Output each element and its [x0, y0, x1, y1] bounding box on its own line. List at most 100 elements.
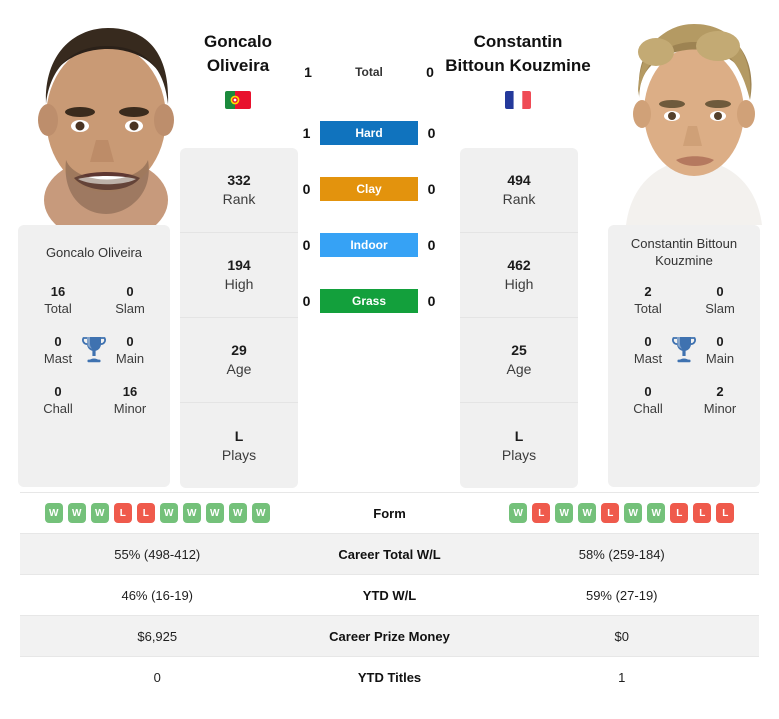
stat-high-left: 194 High	[180, 233, 298, 318]
ytd-wl-left-cell: 46% (16-19)	[20, 588, 295, 603]
ytd-wl-right-cell: 59% (27-19)	[485, 588, 760, 603]
player-card-left: Goncalo Oliveira 16 Total 0 Slam 0 Mast	[18, 225, 170, 487]
stat-age-left-label: Age	[226, 361, 252, 377]
titles-mast-right: 0 Mast	[622, 333, 674, 367]
h2h-total-left-score: 1	[304, 64, 312, 80]
player-name-left-line1: Goncalo	[203, 32, 272, 51]
stat-high-left-value: 194	[227, 257, 251, 273]
form-badge-win: W	[647, 503, 666, 523]
player-name-right-line1: Constantin	[473, 32, 563, 51]
form-badge-win: W	[624, 503, 643, 523]
table-row-ytd-titles: 0 YTD Titles 1	[20, 656, 759, 697]
career-total-wl-left-value: 55% (498-412)	[114, 546, 201, 562]
titles-total-left-value: 16	[50, 284, 66, 299]
form-badge-win: W	[159, 503, 178, 523]
titles-main-left-label: Main	[115, 351, 145, 366]
stat-plays-right-value: L	[514, 427, 524, 444]
stat-age-right-value: 25	[511, 342, 527, 358]
table-label-ytd-wl-text: YTD W/L	[362, 587, 417, 603]
form-right-cell: WLWWLWWLLL	[485, 503, 760, 523]
stat-column-right: 494 Rank 462 High 25 Age L Plays	[460, 148, 578, 488]
stat-high-right: 462 High	[460, 233, 578, 318]
titles-row-chall-minor-right: 0 Chall 2 Minor	[614, 383, 754, 417]
h2h-total-right-score: 0	[426, 64, 434, 80]
form-strip-right: WLWWLWWLLL	[509, 503, 735, 523]
career-total-wl-left-cell: 55% (498-412)	[20, 547, 295, 562]
player-card-right: Constantin Bittoun Kouzmine 2 Total 0 Sl…	[608, 225, 760, 487]
ytd-wl-left-value: 46% (16-19)	[121, 587, 194, 603]
player-right-titles: 2 Total 0 Slam 0 Mast 0 Main 0 Chall 2 M…	[614, 283, 754, 417]
titles-slam-left: 0 Slam	[104, 283, 156, 317]
table-row-career-total-wl: 55% (498-412) Career Total W/L 58% (259-…	[20, 533, 759, 574]
table-label-ytd-titles-text: YTD Titles	[357, 669, 422, 685]
ytd-titles-left-value: 0	[153, 669, 161, 685]
titles-mast-left: 0 Mast	[32, 333, 84, 367]
table-label-ytd-titles: YTD Titles	[295, 670, 485, 685]
titles-row-total-slam-left: 16 Total 0 Slam	[24, 283, 164, 317]
titles-mast-right-value: 0	[644, 334, 652, 349]
h2h-surface-row-grass: 0 Grass 0	[300, 289, 438, 313]
player-right-portrait	[608, 0, 778, 225]
h2h-hard-bar: Hard	[320, 121, 418, 145]
career-prize-money-right-cell: $0	[485, 629, 760, 644]
form-badge-loss: L	[136, 503, 155, 523]
h2h-indoor-bar: Indoor	[320, 233, 418, 257]
titles-minor-right-value: 2	[716, 384, 724, 399]
stat-rank-left-label: Rank	[222, 191, 256, 207]
form-badge-win: W	[228, 503, 247, 523]
titles-main-right-value: 0	[716, 334, 724, 349]
titles-minor-right-label: Minor	[703, 401, 737, 416]
form-badge-win: W	[578, 503, 597, 523]
career-prize-money-left-value: $6,925	[137, 628, 178, 644]
player-left-titles: 16 Total 0 Slam 0 Mast 0 Main 0 Chall 16…	[24, 283, 164, 417]
h2h-surface-row-clay: 0 Clay 0	[300, 177, 438, 201]
h2h-grass-left-score: 0	[302, 293, 311, 309]
titles-mast-right-label: Mast	[633, 351, 663, 366]
stat-plays-left-label: Plays	[221, 446, 257, 463]
table-label-career-prize-money-text: Career Prize Money	[329, 628, 450, 644]
form-badge-win: W	[90, 503, 109, 523]
trophy-icon	[672, 337, 696, 363]
h2h-total-row: 1 Total 0	[300, 64, 438, 80]
stat-rank-right-label: Rank	[502, 191, 536, 207]
h2h-surface-row-hard: 1 Hard 0	[300, 121, 438, 145]
form-badge-win: W	[251, 503, 270, 523]
h2h-surface-row-indoor: 0 Indoor 0	[300, 233, 438, 257]
table-label-career-prize-money: Career Prize Money	[295, 629, 485, 644]
table-row-career-prize-money: $6,925 Career Prize Money $0	[20, 615, 759, 656]
career-prize-money-left-cell: $6,925	[20, 629, 295, 644]
titles-total-left: 16 Total	[32, 283, 84, 317]
titles-total-left-label: Total	[44, 301, 72, 316]
player-name-right: Constantin Bittoun Kouzmine	[428, 30, 608, 78]
titles-row-chall-minor-left: 0 Chall 16 Minor	[24, 383, 164, 417]
player-card-left-name: Goncalo Oliveira	[45, 244, 143, 260]
titles-main-right-label: Main	[705, 351, 735, 366]
titles-slam-right-value: 0	[716, 284, 724, 299]
form-badge-win: W	[555, 503, 574, 523]
h2h-total-label: Total	[355, 65, 383, 79]
stat-plays-right: L Plays	[460, 403, 578, 488]
titles-slam-right: 0 Slam	[694, 283, 746, 317]
career-total-wl-right-cell: 58% (259-184)	[485, 547, 760, 562]
table-label-form: Form	[295, 506, 485, 521]
h2h-clay-bar: Clay	[320, 177, 418, 201]
stat-high-right-value: 462	[507, 257, 531, 273]
titles-total-right: 2 Total	[622, 283, 674, 317]
titles-main-right: 0 Main	[694, 333, 746, 367]
stat-plays-left: L Plays	[180, 403, 298, 488]
ytd-titles-right-cell: 1	[485, 670, 760, 685]
player-comparison-page: Goncalo Oliveira Constantin Bittoun Kouz…	[0, 0, 779, 719]
form-badge-win: W	[509, 503, 528, 523]
form-badge-loss: L	[716, 503, 735, 523]
ytd-titles-left-cell: 0	[20, 670, 295, 685]
titles-total-right-value: 2	[644, 284, 652, 299]
titles-main-left: 0 Main	[104, 333, 156, 367]
form-badge-loss: L	[670, 503, 689, 523]
titles-chall-left-label: Chall	[43, 401, 73, 416]
h2h-clay-left-score: 0	[302, 181, 311, 197]
form-badge-win: W	[182, 503, 201, 523]
career-prize-money-right-value: $0	[614, 628, 629, 644]
ytd-titles-right-value: 1	[618, 669, 626, 685]
h2h-hard-left-score: 1	[302, 125, 311, 141]
table-label-ytd-wl: YTD W/L	[295, 588, 485, 603]
